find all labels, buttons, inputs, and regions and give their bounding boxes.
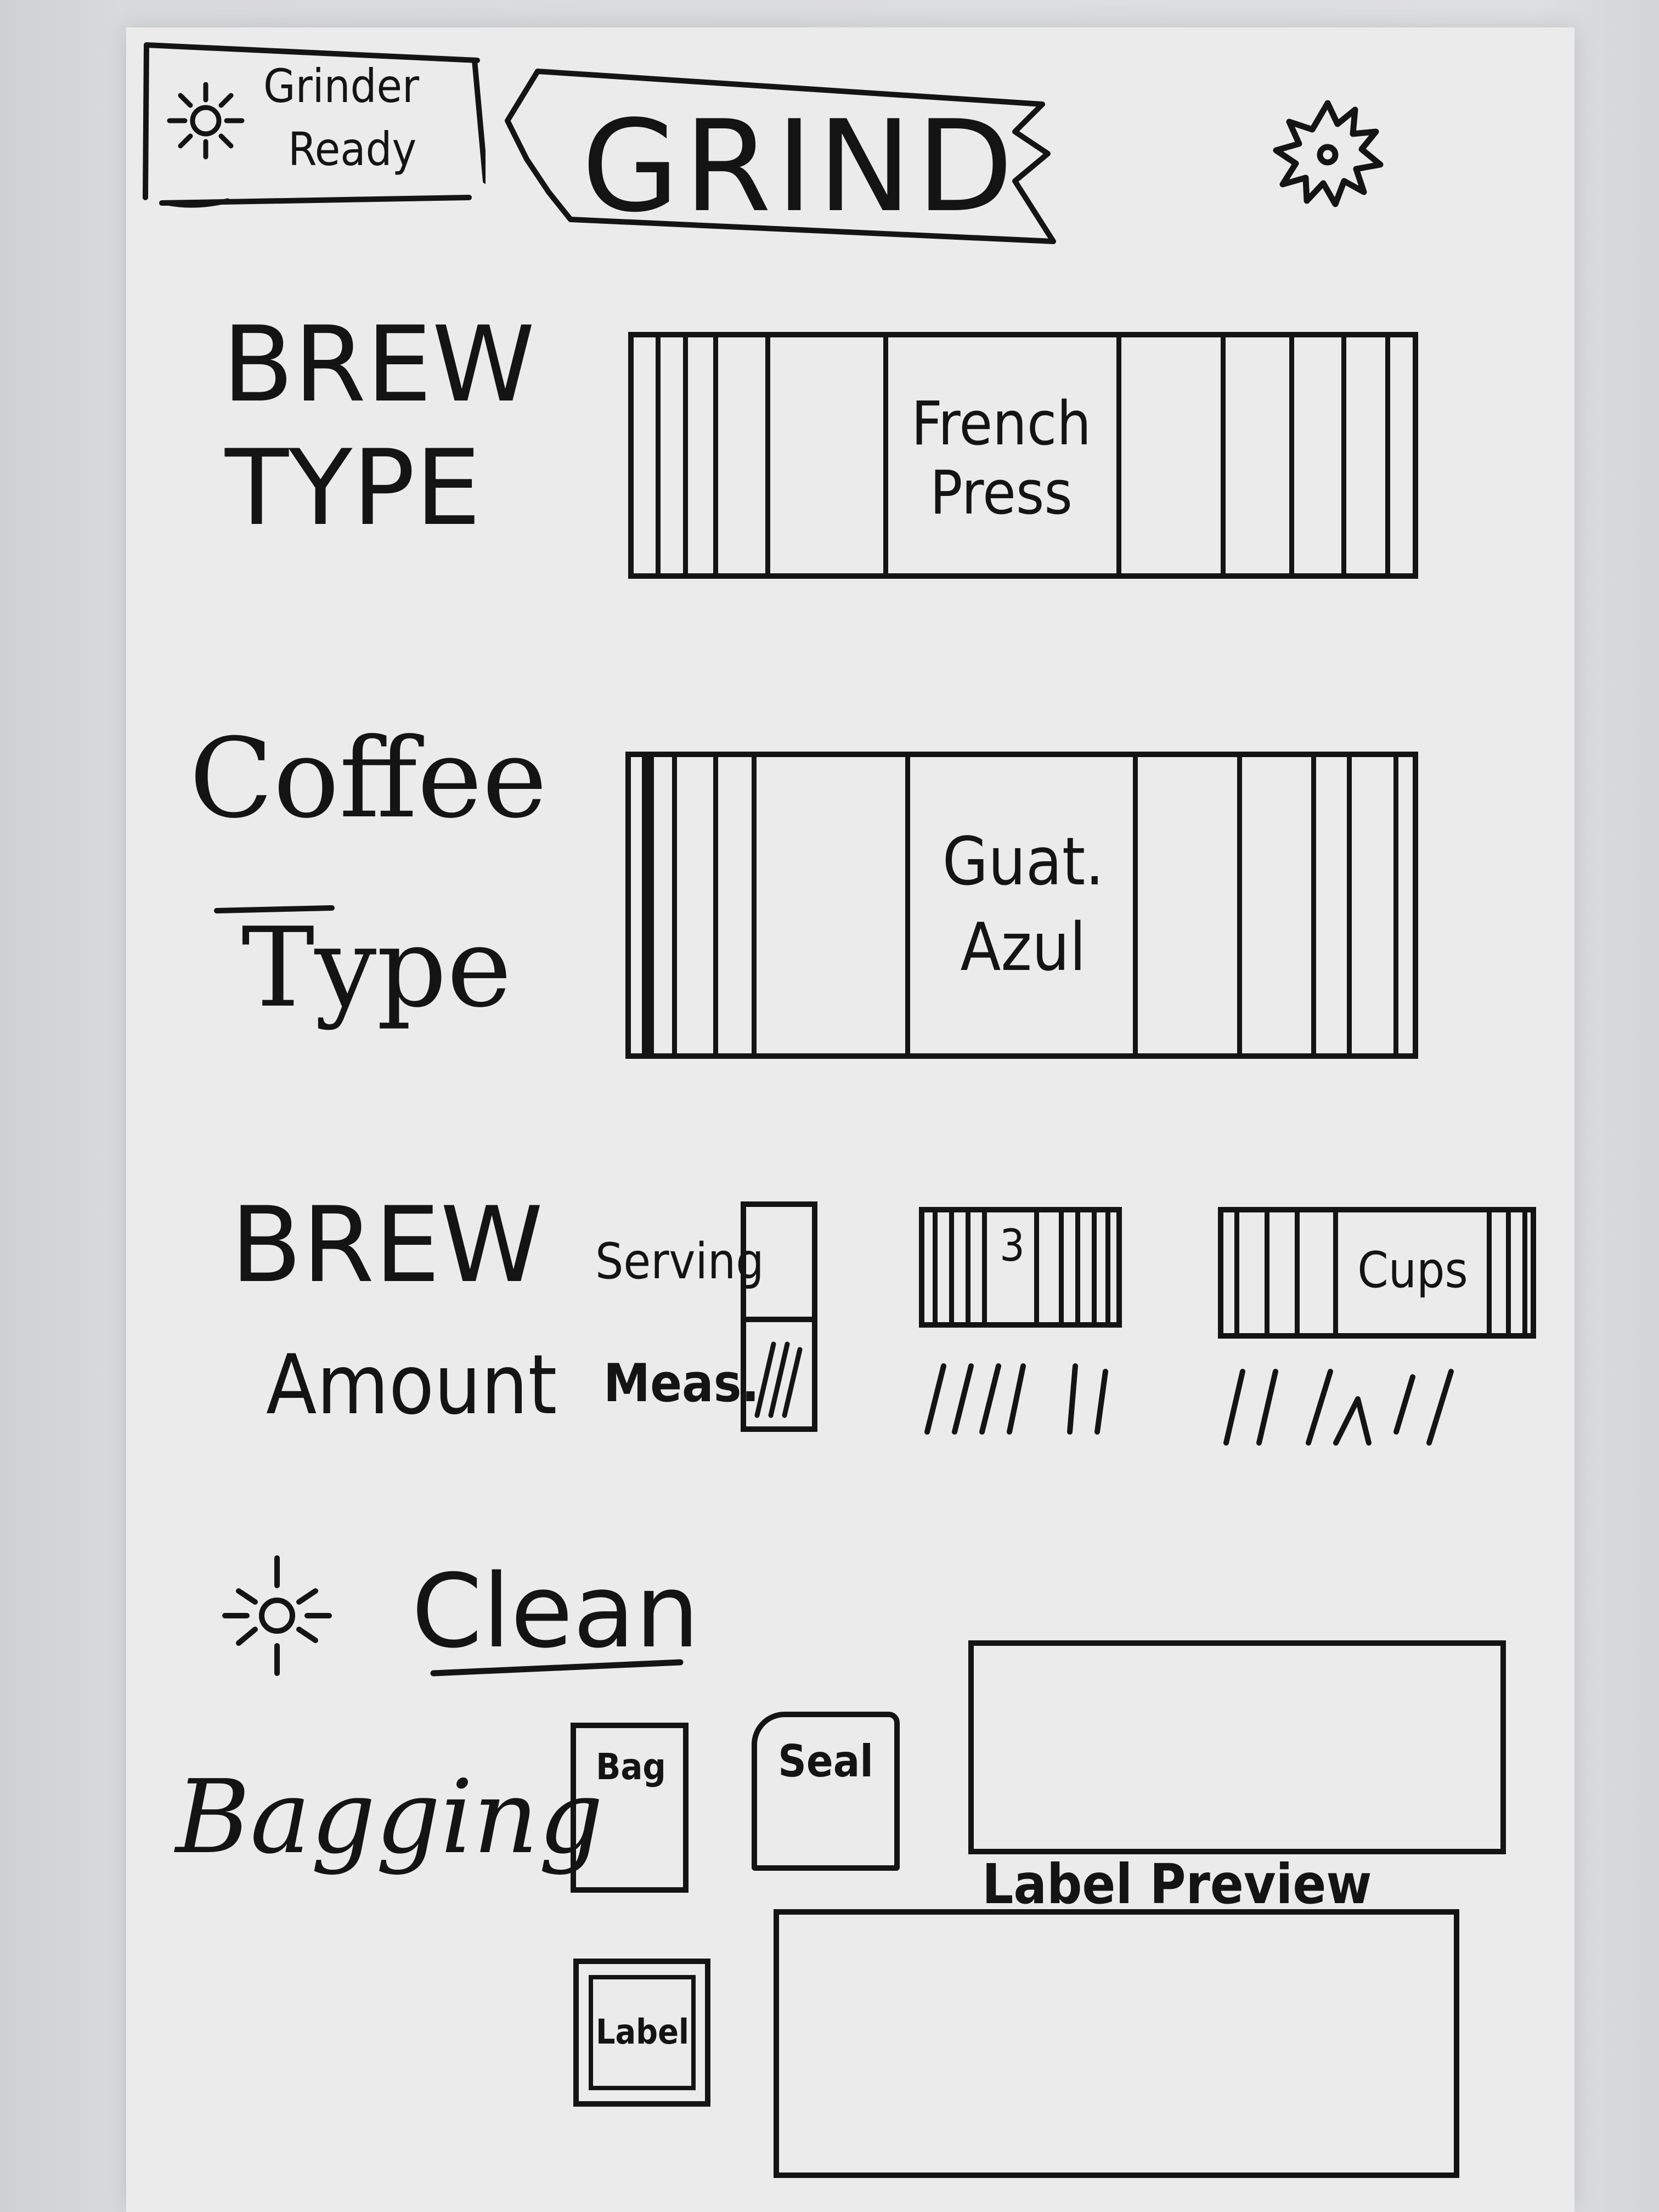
unit-picker[interactable]: Cups xyxy=(1218,1207,1536,1339)
brew-amount-label-line1: BREW xyxy=(230,1184,544,1306)
coffee-type-label-line1: Coffee xyxy=(189,715,548,843)
coffee-type-selected-line1: Guat. xyxy=(942,824,1104,900)
label-button-label: Label xyxy=(595,2011,690,2052)
toggle-measure-label: Meas. xyxy=(603,1353,760,1414)
grinder-status-line2: Ready xyxy=(288,122,417,176)
quantity-value: 3 xyxy=(1000,1220,1025,1271)
label-preview-area xyxy=(774,1909,1459,2178)
serving-measure-toggle[interactable] xyxy=(741,1201,817,1432)
brew-type-label-line1: BREW xyxy=(222,304,535,425)
coffee-type-picker[interactable]: Guat. Azul xyxy=(625,752,1418,1059)
grinder-status-badge: Grinder Ready xyxy=(140,38,486,208)
coffee-type-selected: Guat. Azul xyxy=(916,785,1130,1026)
clean-button[interactable]: Clean xyxy=(411,1561,699,1662)
bag-preview-area xyxy=(968,1640,1506,1854)
label-button[interactable]: Label xyxy=(573,1959,710,2107)
toggle-divider xyxy=(741,1317,817,1322)
gear-icon[interactable] xyxy=(1267,93,1388,214)
unit-value: Cups xyxy=(1357,1241,1468,1299)
sun-icon xyxy=(162,77,250,165)
page-title: GRIND xyxy=(582,94,1018,240)
brew-amount-label-line2: Amount xyxy=(266,1338,557,1433)
brew-type-label-line2: TYPE xyxy=(225,427,481,549)
coffee-type-selected-line2: Azul xyxy=(960,910,1086,986)
quantity-picker[interactable]: 3 xyxy=(919,1207,1122,1328)
bag-button-label: Bag xyxy=(596,1745,666,1788)
label-preview-caption: Label Preview xyxy=(982,1852,1372,1916)
bag-button[interactable]: Bag xyxy=(571,1723,689,1893)
quantity-hatch-marks xyxy=(922,1355,1130,1437)
brew-type-selected-line2: Press xyxy=(929,458,1073,528)
toggle-serving-label: Serving xyxy=(595,1233,764,1290)
grinder-status-line1: Grinder xyxy=(263,59,420,113)
brew-type-selected: French Press xyxy=(891,359,1111,557)
bagging-label: Bagging xyxy=(176,1758,603,1876)
label-button-inner: Label xyxy=(589,1975,696,2090)
brew-type-selected-line1: French xyxy=(911,388,1091,459)
clean-sun-icon xyxy=(214,1553,340,1679)
seal-button[interactable]: Seal xyxy=(752,1712,900,1871)
coffee-type-label-line2: Type xyxy=(241,904,512,1032)
seal-button-label: Seal xyxy=(778,1735,873,1787)
grind-title-banner: GRIND xyxy=(505,60,1064,258)
toggle-hatched-thumb xyxy=(752,1333,806,1421)
brew-type-picker[interactable]: French Press xyxy=(628,332,1418,579)
unit-hatch-marks xyxy=(1221,1361,1506,1454)
clean-underline xyxy=(428,1657,686,1679)
